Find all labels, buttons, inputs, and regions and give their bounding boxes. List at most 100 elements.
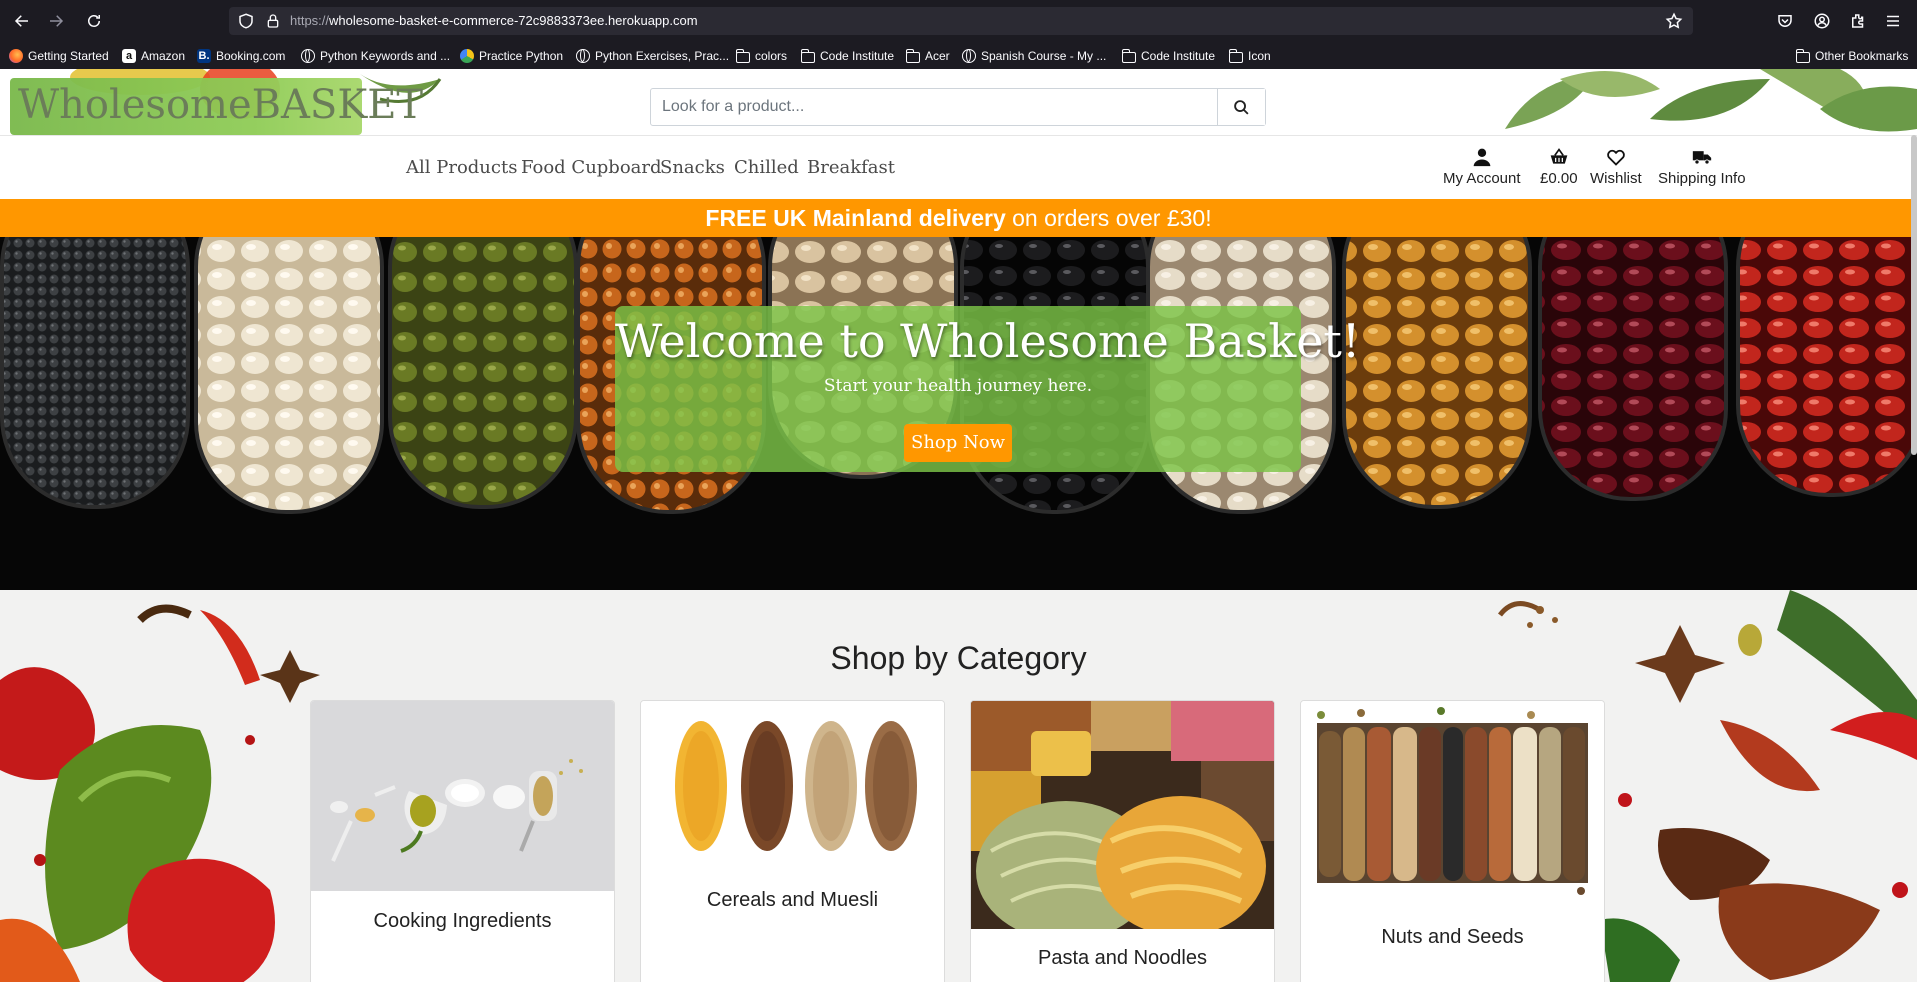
folder-icon (735, 48, 750, 63)
bookmark-item[interactable]: Python Keywords and ... (301, 47, 450, 65)
bookmark-label: Icon (1248, 49, 1271, 63)
bookmark-label: Practice Python (479, 49, 564, 63)
bookmark-item[interactable]: Code Institute (1121, 47, 1216, 65)
promo-text: on orders over £30! (1012, 205, 1212, 231)
bookmark-item[interactable]: Practice Python (460, 47, 563, 65)
url-text[interactable]: https://wholesome-basket-e-commerce-72c9… (290, 13, 698, 28)
search-button[interactable] (1217, 89, 1265, 125)
tracking-shield-icon[interactable] (237, 12, 255, 30)
wishlist-label: Wishlist (1590, 170, 1642, 187)
heart-icon (1607, 149, 1625, 166)
category-label: Cooking Ingredients (373, 910, 552, 932)
bookmark-label: Amazon (141, 49, 186, 63)
search-icon (1234, 99, 1249, 115)
firefox-icon (9, 49, 23, 63)
category-card-nuts-seeds[interactable]: Nuts and Seeds (1300, 700, 1605, 982)
browser-chrome: https://wholesome-basket-e-commerce-72c9… (0, 0, 1917, 69)
my-account-link[interactable]: My Account (1443, 147, 1521, 187)
folder-icon (905, 48, 920, 63)
bookmark-item[interactable]: Code Institute (800, 47, 895, 65)
bookmark-label: Acer (925, 49, 950, 63)
account-button[interactable] (1810, 9, 1834, 33)
category-card-cooking-ingredients[interactable]: Cooking Ingredients (310, 700, 615, 982)
section-title: Shop by Category (830, 640, 1087, 676)
globe-icon (576, 49, 590, 63)
pocket-button[interactable] (1773, 9, 1797, 33)
shipping-info-link[interactable]: Shipping Info (1658, 147, 1746, 187)
forward-button[interactable] (44, 9, 68, 33)
bookmark-item[interactable]: Python Exercises, Prac... (576, 47, 729, 65)
pocket-icon (1778, 15, 1792, 27)
folder-icon (1228, 48, 1243, 63)
bookmark-item[interactable]: a Amazon (122, 47, 185, 65)
user-icon (1473, 148, 1491, 167)
bookmark-star-icon[interactable] (1665, 12, 1683, 30)
reload-icon (88, 15, 100, 27)
nav-breakfast[interactable]: Breakfast (807, 157, 895, 178)
bookmark-label: Getting Started (28, 49, 109, 63)
category-label: Cereals and Muesli (706, 889, 879, 911)
account-circle-icon (1814, 13, 1830, 29)
shop-now-button[interactable]: Shop Now (904, 424, 1012, 462)
back-arrow-icon (14, 15, 28, 27)
my-account-label: My Account (1443, 170, 1521, 187)
bookmark-item[interactable]: Icon (1228, 47, 1271, 65)
other-bookmarks[interactable]: Other Bookmarks (1795, 47, 1909, 65)
menu-button[interactable] (1881, 9, 1905, 33)
pasta-noodles-image (971, 701, 1274, 929)
practice-python-icon (460, 49, 474, 63)
address-bar[interactable]: https://wholesome-basket-e-commerce-72c9… (229, 7, 1693, 35)
bookmark-label: Python Exercises, Prac... (595, 49, 730, 63)
nav-all-products[interactable]: All Products (406, 157, 517, 178)
amazon-icon: a (122, 49, 136, 63)
delivery-banner: FREE UK Mainland delivery on orders over… (0, 199, 1917, 237)
bookmark-label: Python Keywords and ... (320, 49, 451, 63)
forward-arrow-icon (50, 15, 64, 27)
site-logo[interactable]: WholesomeBASKET (18, 82, 423, 128)
category-section: Shop by Category Cooking Ingredients Cer… (0, 590, 1917, 982)
promo-highlight: FREE UK Mainland delivery (705, 205, 1006, 231)
basket-link[interactable]: £0.00 (1540, 147, 1578, 187)
globe-icon (962, 49, 976, 63)
cooking-ingredients-image (311, 701, 614, 891)
puzzle-icon (1852, 14, 1864, 28)
bookmark-item[interactable]: Acer (905, 47, 950, 65)
nav-snacks[interactable]: Snacks (660, 157, 725, 178)
lock-icon[interactable] (265, 13, 281, 29)
basket-icon (1550, 148, 1568, 164)
folder-icon (1121, 48, 1136, 63)
bookmark-label: Code Institute (820, 49, 895, 63)
category-card-pasta-noodles[interactable]: Pasta and Noodles (970, 700, 1275, 982)
wishlist-link[interactable]: Wishlist (1590, 147, 1642, 187)
bookmark-label: Code Institute (1141, 49, 1216, 63)
browser-toolbar: https://wholesome-basket-e-commerce-72c9… (0, 0, 1917, 42)
globe-icon (301, 49, 315, 63)
bookmark-label: Booking.com (216, 49, 286, 63)
nav-chilled[interactable]: Chilled (734, 157, 799, 178)
hamburger-menu-icon (1887, 15, 1899, 27)
bookmark-label: colors (755, 49, 788, 63)
bookmark-item[interactable]: B. Booking.com (197, 47, 285, 65)
reload-button[interactable] (82, 9, 106, 33)
back-button[interactable] (10, 9, 34, 33)
category-label: Nuts and Seeds (1381, 926, 1524, 948)
category-card-cereals-muesli[interactable]: Cereals and Muesli (640, 700, 945, 982)
bookmark-label: Spanish Course - My ... (981, 49, 1107, 63)
bookmark-item[interactable]: colors (735, 47, 788, 65)
url-protocol: https:// (290, 13, 330, 28)
bookmark-item[interactable]: Spanish Course - My ... (962, 47, 1106, 65)
hero-title: Welcome to Wholesome Basket! (615, 314, 1361, 368)
search-form (650, 88, 1266, 126)
truck-icon (1692, 151, 1711, 165)
booking-icon: B. (197, 49, 211, 63)
page-scrollbar[interactable] (1911, 135, 1917, 455)
main-nav: All Products Food Cupboard Snacks Chille… (0, 135, 1917, 199)
nuts-seeds-image (1301, 701, 1604, 903)
nav-food-cupboard[interactable]: Food Cupboard (521, 157, 662, 178)
bookmark-label: Other Bookmarks (1815, 49, 1909, 63)
bookmark-item[interactable]: Getting Started (9, 47, 109, 65)
category-label: Pasta and Noodles (1037, 947, 1207, 969)
search-input[interactable] (651, 89, 1218, 125)
extensions-button[interactable] (1846, 9, 1870, 33)
folder-icon (800, 48, 815, 63)
